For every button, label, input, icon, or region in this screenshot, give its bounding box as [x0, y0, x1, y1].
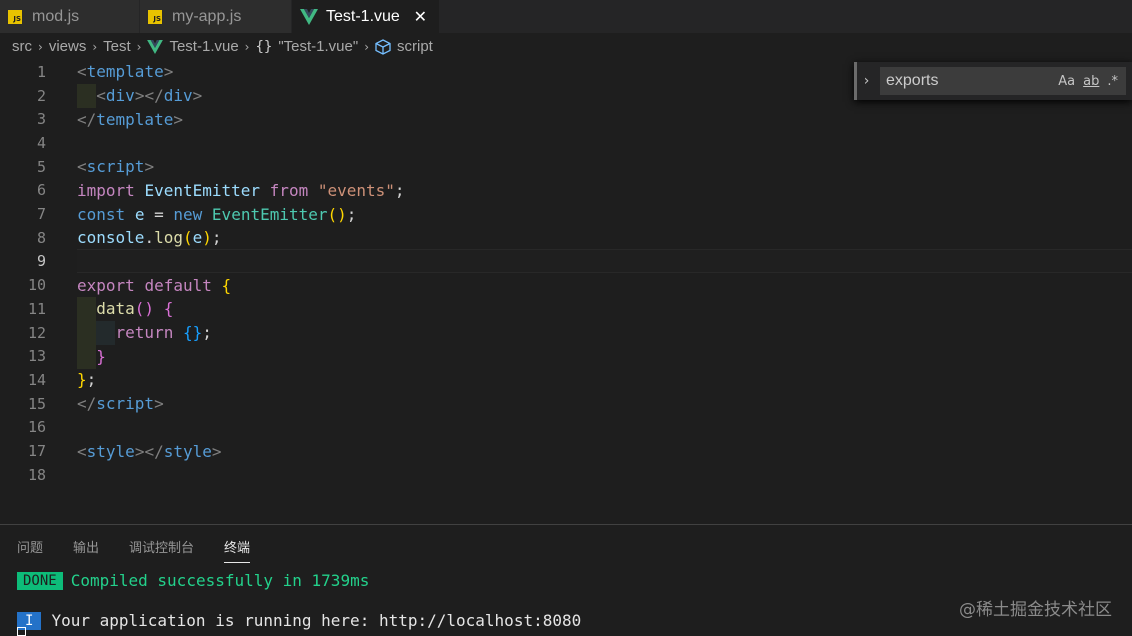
- code-line: <template>: [77, 62, 174, 82]
- breadcrumb-views[interactable]: views: [49, 38, 87, 55]
- js-file-icon: JS: [8, 9, 22, 24]
- code-editor[interactable]: 1 <template> 2 <div></div> 3 </template> 4…: [0, 60, 1132, 524]
- chevron-right-icon: ›: [136, 39, 142, 54]
- breadcrumb-object[interactable]: "Test-1.vue": [278, 38, 358, 55]
- line-number: 17: [27, 442, 46, 461]
- find-input[interactable]: exports Aa ab .*: [880, 67, 1126, 95]
- find-input-value: exports: [886, 72, 939, 89]
- line-number: 15: [27, 394, 46, 413]
- tab-problems[interactable]: 问题: [17, 537, 43, 563]
- code-line: <script>: [77, 157, 155, 177]
- line-number: 16: [27, 418, 46, 437]
- terminal-line-running: I Your application is running here: http…: [17, 611, 581, 630]
- line-number: 9: [36, 252, 46, 271]
- tab-debug-console[interactable]: 调试控制台: [129, 537, 194, 563]
- code-line: data() {: [96, 299, 174, 319]
- breadcrumb: src › views › Test › Test-1.vue › {} "Te…: [0, 33, 1132, 60]
- code-line: import EventEmitter from "events";: [77, 180, 405, 200]
- tab-test-1-vue[interactable]: Test-1.vue ✕: [292, 0, 440, 33]
- code-line: const e = new EventEmitter();: [77, 204, 357, 224]
- object-braces-icon: {}: [255, 38, 273, 55]
- toggle-replace-chevron-icon[interactable]: ›: [854, 62, 876, 100]
- running-message: Your application is running here: http:/…: [51, 611, 582, 630]
- match-case-toggle[interactable]: Aa: [1058, 74, 1075, 89]
- line-number: 18: [27, 465, 46, 484]
- tab-output[interactable]: 输出: [73, 537, 99, 563]
- editor-tab-bar: JS mod.js JS my-app.js Test-1.vue ✕: [0, 0, 1132, 33]
- js-file-icon: JS: [148, 9, 162, 24]
- breadcrumb-src[interactable]: src: [12, 38, 32, 55]
- line-number: 1: [36, 62, 46, 81]
- code-line: };: [77, 370, 97, 390]
- tab-label: Test-1.vue: [326, 7, 400, 25]
- symbol-cube-icon: [375, 38, 391, 55]
- watermark: @稀土掘金技术社区: [959, 600, 1112, 620]
- line-number: 2: [36, 86, 46, 105]
- use-regex-toggle[interactable]: .*: [1107, 74, 1118, 89]
- tab-mod-js[interactable]: JS mod.js: [0, 0, 140, 33]
- code-line: export default {: [77, 275, 232, 295]
- breadcrumb-file[interactable]: Test-1.vue: [169, 38, 238, 55]
- vue-file-icon: [147, 39, 164, 54]
- chevron-right-icon: ›: [92, 39, 98, 54]
- vue-file-icon: [300, 8, 318, 25]
- compiled-message: Compiled successfully in 1739ms: [70, 571, 370, 590]
- close-tab-icon[interactable]: ✕: [414, 7, 427, 26]
- find-widget: › exports Aa ab .*: [854, 62, 1132, 100]
- line-number: 8: [36, 228, 46, 247]
- tab-terminal[interactable]: 终端: [224, 537, 251, 563]
- chevron-right-icon: ›: [364, 39, 370, 54]
- code-line: </template>: [77, 109, 183, 129]
- terminal-line-compiled: DONE Compiled successfully in 1739ms: [17, 571, 369, 590]
- chevron-right-icon: ›: [244, 39, 250, 54]
- code-line: console.log(e);: [77, 228, 222, 248]
- code-line: }: [96, 346, 106, 366]
- breadcrumb-test[interactable]: Test: [103, 38, 131, 55]
- done-badge: DONE: [17, 571, 63, 590]
- line-number: 10: [27, 276, 46, 295]
- code-line: <div></div>: [96, 86, 203, 106]
- code-line: <style></style>: [77, 441, 222, 461]
- line-number: 12: [27, 323, 46, 342]
- tab-my-app-js[interactable]: JS my-app.js: [140, 0, 292, 33]
- line-number: 3: [36, 110, 46, 129]
- code-line: return {};: [115, 323, 212, 343]
- line-number: 11: [27, 299, 46, 318]
- tab-label: mod.js: [32, 7, 80, 25]
- breadcrumb-symbol[interactable]: script: [397, 38, 433, 55]
- match-whole-word-toggle[interactable]: ab: [1083, 74, 1099, 89]
- line-number: 13: [27, 347, 46, 366]
- tab-label: my-app.js: [172, 7, 242, 25]
- line-number: 4: [36, 133, 46, 152]
- line-number: 6: [36, 181, 46, 200]
- terminal-cursor: [17, 627, 26, 636]
- line-number: 5: [36, 157, 46, 176]
- line-number: 7: [36, 205, 46, 224]
- panel-tabs: 问题 输出 调试控制台 终端: [17, 537, 280, 563]
- code-line: </script>: [77, 394, 164, 414]
- chevron-right-icon: ›: [38, 39, 43, 54]
- line-number: 14: [27, 370, 46, 389]
